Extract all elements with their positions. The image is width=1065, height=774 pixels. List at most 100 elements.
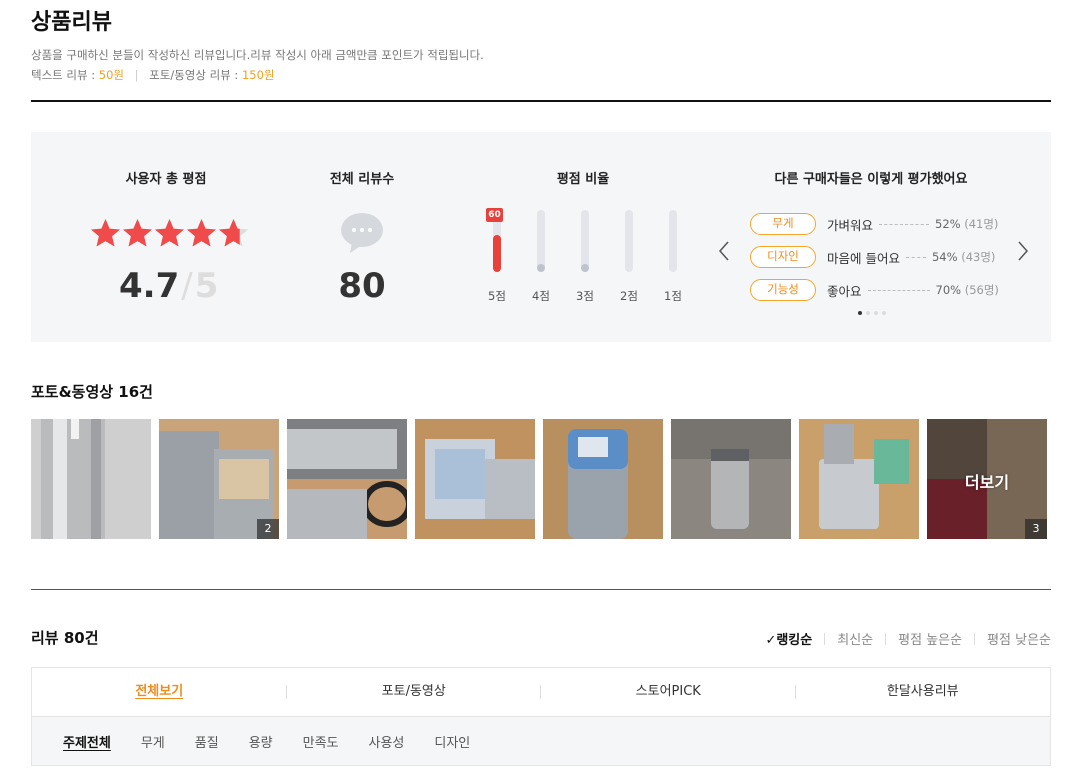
review-photo[interactable] — [799, 419, 919, 539]
topic-usability[interactable]: 사용성 — [369, 732, 405, 751]
pagination-dot[interactable] — [874, 311, 878, 315]
bar-label: 4점 — [532, 289, 550, 303]
check-icon: ✓ — [765, 633, 777, 648]
rating-score: 4.7/5 — [119, 266, 218, 306]
tab-photo-video[interactable]: 포토/동영상 — [287, 668, 541, 717]
star-icon — [219, 219, 248, 247]
photo-count-badge: 3 — [1025, 519, 1047, 539]
review-count: 80 — [338, 266, 386, 306]
review-filter-tabs: 전체보기 포토/동영상 스토어PICK 한달사용리뷰 — [31, 667, 1051, 717]
photo-image — [799, 419, 919, 539]
bar-percent-badge: 60 — [486, 208, 503, 222]
sort-rating-high[interactable]: 평점 높은순 — [886, 629, 974, 648]
star-icon — [187, 219, 216, 247]
rating-stars — [90, 218, 249, 248]
sort-options: ✓랭킹순 최신순 평점 높은순 평점 낮은순 — [753, 629, 1051, 648]
review-photo[interactable] — [671, 419, 791, 539]
review-photo[interactable] — [415, 419, 535, 539]
dashed-leader — [879, 223, 930, 225]
evaluation-row: 기능성 좋아요 70% (56명) — [750, 279, 999, 301]
text-review-label: 텍스트 리뷰 : — [31, 68, 96, 82]
point-info: 텍스트 리뷰 : 50원 | 포토/동영상 리뷰 : 150원 — [31, 67, 274, 83]
photo-image — [415, 419, 535, 539]
bar-track — [669, 210, 677, 272]
chevron-right-icon[interactable] — [1016, 240, 1030, 262]
evaluation-text: 좋아요 — [827, 283, 862, 299]
tab-store-pick[interactable]: 스토어PICK — [541, 668, 796, 717]
section-divider — [31, 589, 1051, 590]
rating-max: 5 — [194, 266, 219, 306]
photo-image — [287, 419, 407, 539]
rating-slash: / — [181, 266, 193, 306]
pagination-dot[interactable] — [882, 311, 886, 315]
evaluation-text: 가벼워요 — [827, 217, 874, 233]
sort-latest[interactable]: 최신순 — [825, 629, 885, 648]
review-photo[interactable] — [543, 419, 663, 539]
sort-ranking[interactable]: ✓랭킹순 — [753, 629, 824, 648]
sort-rating-low[interactable]: 평점 낮은순 — [975, 629, 1051, 648]
text-review-amount: 50원 — [98, 68, 124, 82]
bar-track — [537, 210, 545, 272]
header-divider — [31, 100, 1051, 102]
evaluation-percent: 54% (43명) — [931, 250, 996, 264]
topic-capacity[interactable]: 용량 — [249, 732, 273, 751]
photo-section-title: 포토&동영상 16건 — [31, 383, 153, 401]
speech-bubble-icon — [340, 212, 384, 258]
review-photo[interactable] — [31, 419, 151, 539]
more-photos-tile[interactable]: 더보기 3 — [927, 419, 1047, 539]
evaluation-percent: 70% (56명) — [935, 283, 999, 297]
evaluation-percent: 52% (41명) — [935, 217, 999, 231]
review-photo[interactable] — [287, 419, 407, 539]
photo-image — [31, 419, 151, 539]
review-photo[interactable]: 2 — [159, 419, 279, 539]
dashed-leader — [867, 289, 930, 291]
bar-label: 2점 — [620, 289, 638, 303]
evaluation-tag: 기능성 — [750, 279, 816, 301]
rating-title: 사용자 총 평점 — [125, 172, 207, 187]
review-list-title: 리뷰 80건 — [31, 629, 99, 647]
divider: | — [134, 68, 139, 82]
topic-design[interactable]: 디자인 — [434, 732, 470, 751]
review-description: 상품을 구매하신 분들이 작성하신 리뷰입니다.리뷰 작성시 아래 금액만큼 포… — [31, 48, 484, 62]
bar-label: 5점 — [488, 289, 506, 303]
tab-monthly-review[interactable]: 한달사용리뷰 — [796, 668, 1051, 717]
rating-value: 4.7 — [119, 266, 180, 306]
pagination-dot[interactable] — [858, 311, 862, 315]
photo-count-badge: 2 — [257, 519, 279, 539]
bar-fill — [581, 264, 589, 272]
review-count-title: 전체 리뷰수 — [329, 172, 395, 187]
photo-review-label: 포토/동영상 리뷰 : — [149, 68, 239, 82]
photo-image — [543, 419, 663, 539]
dashed-leader — [905, 256, 926, 258]
bar-track — [581, 210, 589, 272]
topic-weight[interactable]: 무게 — [141, 732, 165, 751]
bar-track — [625, 210, 633, 272]
photo-review-amount: 150원 — [241, 68, 275, 82]
evaluation-text: 마음에 들어요 — [827, 250, 900, 266]
carousel-pagination — [858, 311, 886, 315]
bar-fill — [493, 234, 501, 272]
topic-quality[interactable]: 품질 — [195, 732, 219, 751]
bar-fill — [537, 264, 545, 272]
evaluation-row: 무게 가벼워요 52% (41명) — [750, 213, 998, 235]
topic-filter: 주제전체 무게 품질 용량 만족도 사용성 디자인 — [31, 716, 1051, 766]
star-icon — [123, 219, 152, 247]
topic-all[interactable]: 주제전체 — [63, 732, 111, 751]
topic-satisfaction[interactable]: 만족도 — [303, 732, 339, 751]
chevron-left-icon[interactable] — [717, 240, 731, 262]
photo-image — [671, 419, 791, 539]
tab-all[interactable]: 전체보기 — [32, 668, 287, 717]
star-icon — [155, 219, 184, 247]
evaluation-tag: 디자인 — [750, 246, 816, 268]
bar-label: 1점 — [664, 289, 682, 303]
evaluation-title: 다른 구매자들은 이렇게 평가했어요 — [774, 172, 968, 187]
evaluation-row: 디자인 마음에 들어요 54% (43명) — [750, 246, 995, 268]
pagination-dot[interactable] — [866, 311, 870, 315]
page-title: 상품리뷰 — [31, 10, 112, 35]
star-icon — [91, 219, 120, 247]
ratio-title: 평점 비율 — [556, 172, 610, 187]
evaluation-tag: 무게 — [750, 213, 816, 235]
more-label: 더보기 — [964, 473, 1010, 492]
bar-label: 3점 — [576, 289, 594, 303]
rating-summary: 사용자 총 평점 4.7/5 전체 리뷰수 80 평점 비율 60 5점 4점 3점 2… — [31, 132, 1051, 342]
